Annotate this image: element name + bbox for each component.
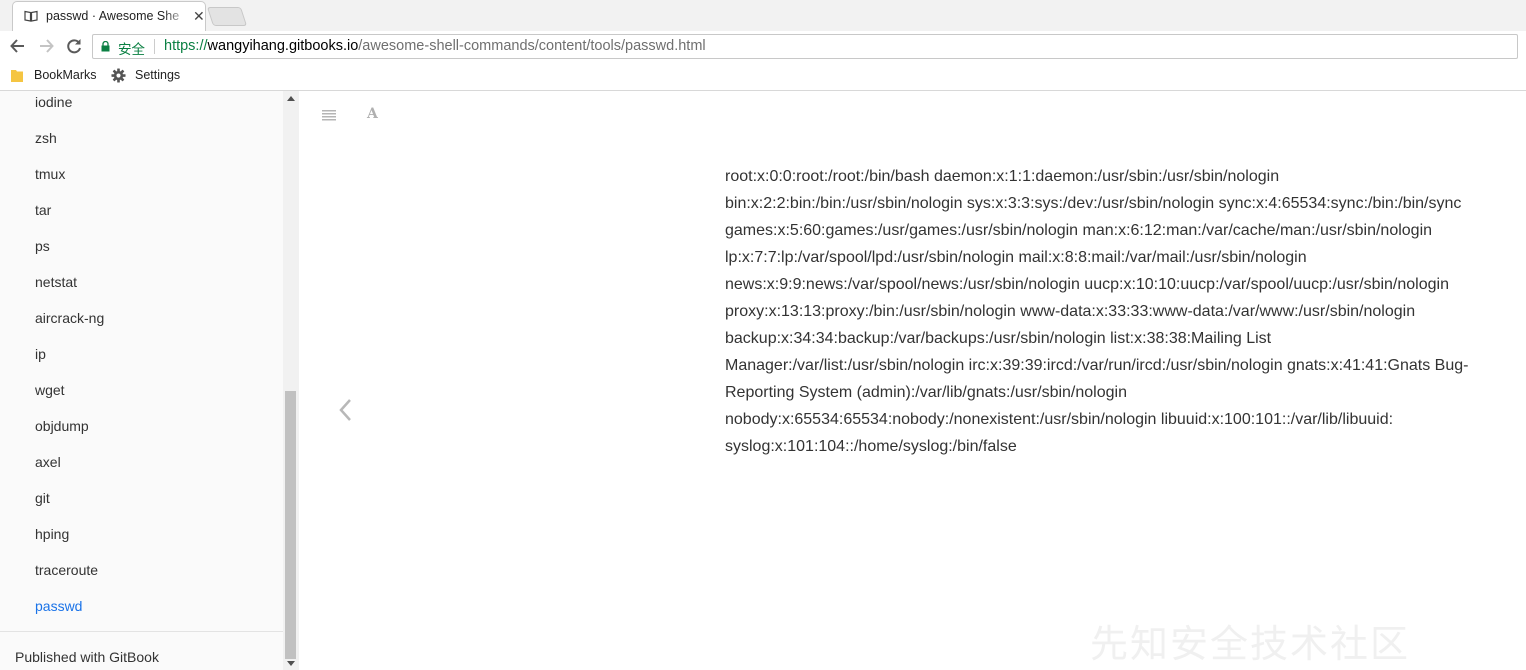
browser-toolbar: 安全 https://wangyihang.gitbooks.io/awesom… (0, 31, 1526, 62)
sidebar-item-zsh[interactable]: zsh (35, 130, 57, 146)
content-line: backup:x:34:34:backup:/var/backups:/usr/… (725, 330, 1272, 347)
browser-tab[interactable]: passwd · Awesome She ✕ (12, 1, 206, 31)
menu-icon[interactable] (322, 110, 336, 121)
sidebar-item-axel[interactable]: axel (35, 454, 61, 470)
address-bar[interactable]: 安全 https://wangyihang.gitbooks.io/awesom… (92, 34, 1518, 59)
content-line: games:x:5:60:games:/usr/games:/usr/sbin/… (725, 222, 1433, 239)
sidebar-item-hping[interactable]: hping (35, 526, 69, 542)
tab-close-icon[interactable]: ✕ (193, 8, 205, 24)
back-arrow-icon[interactable] (8, 36, 28, 56)
content-line: Reporting System (admin):/var/lib/gnats:… (725, 384, 1127, 401)
page-content: A root:x:0:0:root:/root:/bin/bash daemon… (300, 91, 1526, 670)
sidebar-item-traceroute[interactable]: traceroute (35, 562, 98, 578)
sidebar-item-objdump[interactable]: objdump (35, 418, 89, 434)
scroll-down-arrow-icon[interactable] (287, 661, 295, 666)
sidebar-item-ip[interactable]: ip (35, 346, 46, 362)
sidebar-item-aircrack-ng[interactable]: aircrack-ng (35, 310, 104, 326)
bookmark-bookmarks[interactable]: BookMarks (34, 68, 97, 82)
content-line: lp:x:7:7:lp:/var/spool/lpd:/usr/sbin/nol… (725, 249, 1307, 266)
content-line: root:x:0:0:root:/root:/bin/bash daemon:x… (725, 168, 1280, 185)
font-settings-icon[interactable]: A (367, 106, 378, 122)
content-line: syslog:x:101:104::/home/syslog:/bin/fals… (725, 438, 1017, 455)
sidebar-item-git[interactable]: git (35, 490, 50, 506)
sidebar-item-wget[interactable]: wget (35, 382, 65, 398)
secure-label: 安全 (118, 42, 145, 57)
content-line: nobody:x:65534:65534:nobody:/nonexistent… (725, 411, 1394, 428)
tab-strip: passwd · Awesome She ✕ (0, 0, 1526, 32)
previous-page-chevron-icon[interactable] (338, 398, 354, 422)
book-icon (24, 10, 38, 22)
gear-icon (111, 68, 126, 83)
published-with-gitbook-link[interactable]: Published with GitBook (15, 649, 159, 665)
passwd-file-content: root:x:0:0:root:/root:/bin/bash daemon:x… (725, 163, 1505, 460)
url-text[interactable]: https://wangyihang.gitbooks.io/awesome-s… (164, 38, 706, 54)
bookmarks-bar: BookMarks Settings (0, 62, 1526, 91)
folder-icon (11, 70, 23, 82)
reload-icon[interactable] (64, 36, 84, 56)
book-sidebar: iodine zsh tmux tar ps netstat aircrack-… (0, 91, 299, 670)
lock-icon (101, 41, 110, 52)
scrollbar-thumb[interactable] (285, 391, 296, 659)
scroll-up-arrow-icon[interactable] (287, 96, 295, 101)
sidebar-item-passwd[interactable]: passwd (35, 598, 82, 614)
content-line: news:x:9:9:news:/var/spool/news:/usr/sbi… (725, 276, 1449, 293)
sidebar-item-iodine[interactable]: iodine (35, 94, 72, 110)
sidebar-scrollbar[interactable] (283, 91, 299, 670)
forward-arrow-icon[interactable] (36, 36, 56, 56)
watermark: 先知安全技术社区 (1090, 624, 1411, 666)
bookmark-settings[interactable]: Settings (135, 68, 180, 82)
content-line: bin:x:2:2:bin:/bin:/usr/sbin/nologin sys… (725, 195, 1462, 212)
sidebar-item-tar[interactable]: tar (35, 202, 51, 218)
sidebar-item-ps[interactable]: ps (35, 238, 50, 254)
sidebar-item-netstat[interactable]: netstat (35, 274, 77, 290)
content-line: Manager:/var/list:/usr/sbin/nologin irc:… (725, 357, 1469, 374)
sidebar-divider (0, 631, 283, 632)
content-line: proxy:x:13:13:proxy:/bin:/usr/sbin/nolog… (725, 303, 1416, 320)
new-tab-button[interactable] (206, 7, 248, 26)
sidebar-item-tmux[interactable]: tmux (35, 166, 65, 182)
